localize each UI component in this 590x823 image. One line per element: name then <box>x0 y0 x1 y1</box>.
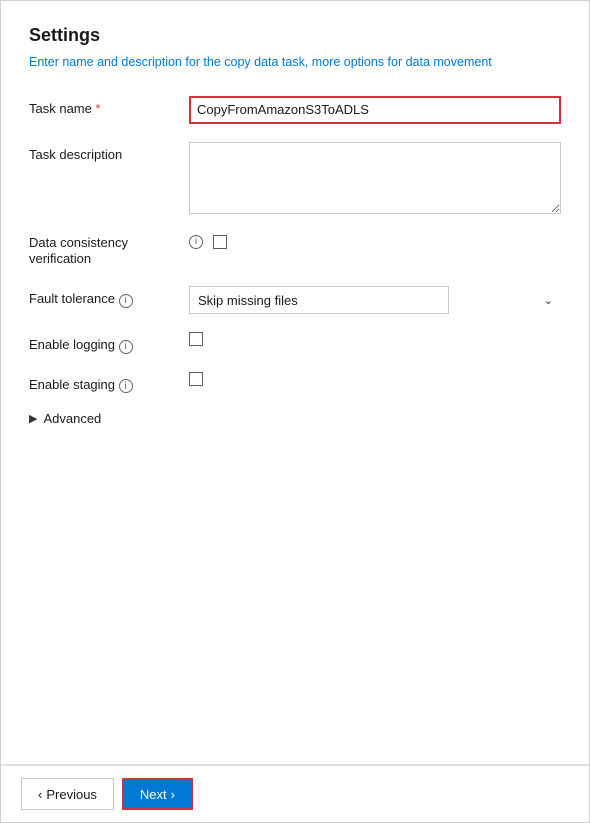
enable-logging-checkbox[interactable] <box>189 332 203 346</box>
task-description-control <box>189 142 561 217</box>
data-consistency-label: Data consistency verification <box>29 235 189 269</box>
footer: ‹ Previous Next › <box>1 765 589 822</box>
data-consistency-row: i <box>189 235 561 249</box>
page-title: Settings <box>29 25 561 46</box>
advanced-section[interactable]: ▶ Advanced <box>29 411 561 426</box>
data-consistency-control: i <box>189 235 561 249</box>
fault-tolerance-select-container: Skip missing files None Ignore missing f… <box>189 286 561 314</box>
fault-tolerance-group: Fault tolerance i Skip missing files Non… <box>29 286 561 314</box>
task-name-input[interactable] <box>189 96 561 124</box>
previous-arrow-icon: ‹ <box>38 787 42 802</box>
page-subtitle: Enter name and description for the copy … <box>29 54 561 72</box>
data-consistency-checkbox[interactable] <box>213 235 227 249</box>
task-description-input[interactable] <box>189 142 561 214</box>
task-name-group: Task name * <box>29 96 561 124</box>
content-area: Settings Enter name and description for … <box>1 1 589 764</box>
enable-logging-group: Enable logging i <box>29 332 561 354</box>
enable-staging-info-icon[interactable]: i <box>119 379 133 393</box>
advanced-expand-icon: ▶ <box>29 412 37 425</box>
fault-tolerance-control: Skip missing files None Ignore missing f… <box>189 286 561 314</box>
fault-tolerance-label: Fault tolerance i <box>29 286 189 308</box>
next-button[interactable]: Next › <box>122 778 193 810</box>
enable-staging-label: Enable staging i <box>29 372 189 394</box>
advanced-label: Advanced <box>43 411 101 426</box>
settings-window: Settings Enter name and description for … <box>0 0 590 823</box>
enable-staging-checkbox[interactable] <box>189 372 203 386</box>
task-name-control <box>189 96 561 124</box>
fault-tolerance-info-icon[interactable]: i <box>119 294 133 308</box>
enable-logging-control <box>189 332 561 349</box>
enable-staging-control <box>189 372 561 389</box>
task-description-label: Task description <box>29 142 189 162</box>
required-marker: * <box>96 101 101 116</box>
task-description-group: Task description <box>29 142 561 217</box>
enable-logging-info-icon[interactable]: i <box>119 340 133 354</box>
data-consistency-info-icon[interactable]: i <box>189 235 203 249</box>
fault-tolerance-select[interactable]: Skip missing files None Ignore missing f… <box>189 286 449 314</box>
chevron-down-icon: ⌄ <box>544 294 553 307</box>
data-consistency-group: Data consistency verification i <box>29 235 561 269</box>
enable-staging-group: Enable staging i <box>29 372 561 394</box>
enable-logging-label: Enable logging i <box>29 332 189 354</box>
next-arrow-icon: › <box>171 787 175 802</box>
task-name-label: Task name * <box>29 96 189 116</box>
previous-button[interactable]: ‹ Previous <box>21 778 114 810</box>
